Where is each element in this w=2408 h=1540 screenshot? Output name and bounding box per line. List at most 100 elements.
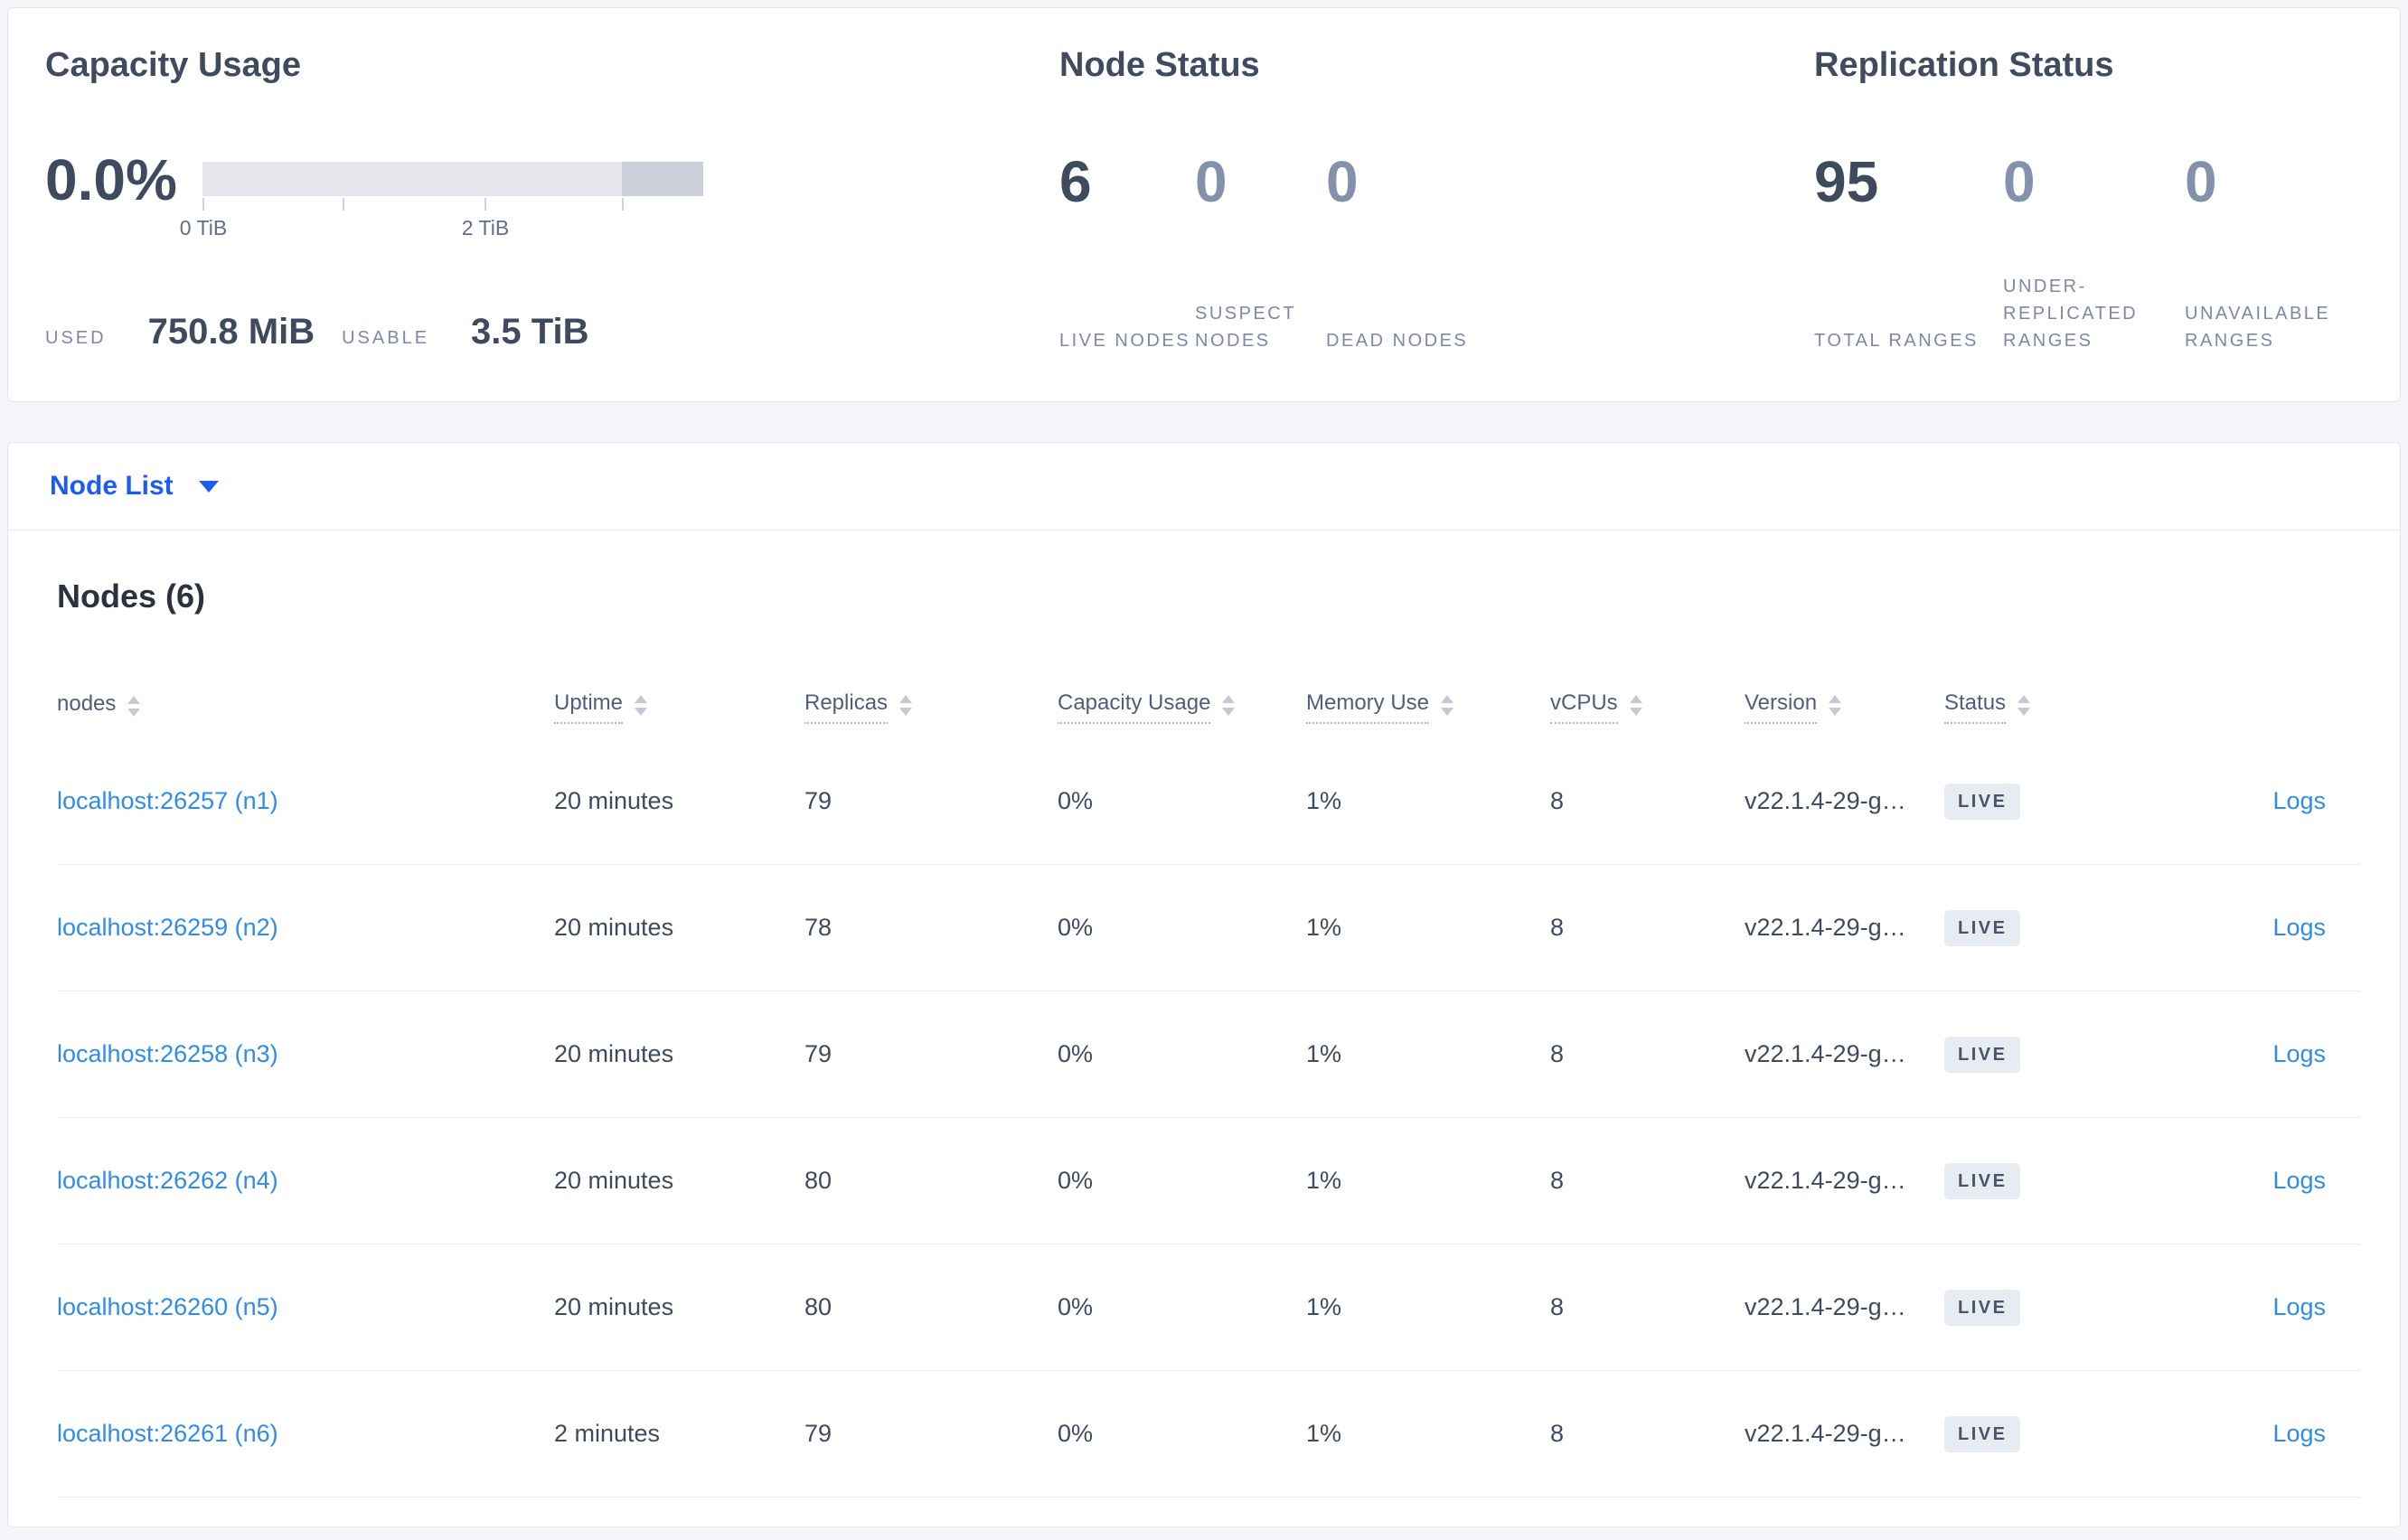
memory-use-cell: 1% [1306, 1420, 1342, 1447]
sort-icon[interactable] [127, 695, 141, 717]
vcpus-cell: 8 [1550, 1040, 1565, 1067]
column-header-memory-use[interactable]: Memory Use [1306, 690, 1550, 724]
column-header-replicas[interactable]: Replicas [804, 690, 1058, 724]
column-header-nodes[interactable]: nodes [57, 691, 554, 723]
column-header-uptime[interactable]: Uptime [554, 690, 804, 724]
sort-icon[interactable] [1441, 694, 1454, 716]
uptime-cell: 20 minutes [554, 787, 674, 814]
memory-use-cell: 1% [1306, 914, 1342, 941]
axis-tick [202, 198, 204, 211]
node-list-panel: Node List Nodes (6) nodes Uptime Replica… [7, 442, 2401, 1527]
node-list-dropdown[interactable]: Node List [50, 471, 219, 502]
logs-link[interactable]: Logs [2272, 787, 2326, 814]
column-header-vcpus[interactable]: vCPUs [1550, 690, 1745, 724]
under-replicated-ranges-count: 0 [2003, 149, 2036, 214]
status-badge: LIVE [1944, 909, 2021, 946]
node-list-dropdown-label: Node List [50, 471, 174, 501]
total-ranges-label: TOTAL RANGES [1814, 331, 1979, 351]
under-replicated-ranges-stat: 0 UNDER-REPLICATED RANGES [2003, 153, 2185, 354]
status-badge: LIVE [1944, 1036, 2021, 1073]
table-row: localhost:26259 (n2) 20 minutes 78 0% 1%… [57, 865, 2360, 991]
suspect-nodes-label: SUSPECT NODES [1195, 304, 1296, 351]
node-status-title: Node Status [1059, 46, 1260, 84]
live-nodes-label: LIVE NODES [1059, 331, 1191, 351]
vcpus-cell: 8 [1550, 914, 1565, 941]
table-row: localhost:26257 (n1) 20 minutes 79 0% 1%… [57, 738, 2360, 865]
column-header-capacity-usage[interactable]: Capacity Usage [1058, 690, 1306, 724]
dead-nodes-stat: 0 DEAD NODES [1326, 153, 1468, 354]
sort-icon[interactable] [1829, 694, 1842, 716]
axis-tick [343, 198, 344, 211]
table-row: localhost:26261 (n6) 2 minutes 79 0% 1% … [57, 1371, 2360, 1498]
replicas-cell: 80 [804, 1293, 832, 1320]
total-ranges-stat: 95 TOTAL RANGES [1814, 153, 2003, 354]
uptime-cell: 20 minutes [554, 1040, 674, 1067]
chevron-down-icon [198, 480, 219, 493]
dead-nodes-count: 0 [1326, 149, 1359, 214]
used-label: USED [45, 328, 107, 348]
usable-label: USABLE [342, 328, 430, 348]
sort-icon[interactable] [899, 694, 913, 716]
axis-tick-label: 2 TiB [461, 216, 510, 239]
table-row: localhost:26260 (n5) 20 minutes 80 0% 1%… [57, 1244, 2360, 1371]
status-badge: LIVE [1944, 1289, 2021, 1326]
dead-nodes-label: DEAD NODES [1326, 331, 1469, 351]
memory-use-cell: 1% [1306, 787, 1342, 814]
logs-link[interactable]: Logs [2272, 1420, 2326, 1447]
view-selector-bar: Node List [8, 443, 2400, 531]
version-cell: v22.1.4-29-g… [1745, 1293, 1906, 1320]
total-ranges-count: 95 [1814, 149, 1879, 214]
usable-value: 3.5 TiB [471, 312, 589, 352]
vcpus-cell: 8 [1550, 1167, 1565, 1194]
column-header-status[interactable]: Status [1944, 690, 2170, 724]
memory-use-cell: 1% [1306, 1040, 1342, 1067]
capacity-usage-cell: 0% [1058, 787, 1094, 814]
node-link[interactable]: localhost:26257 (n1) [57, 787, 278, 814]
uptime-cell: 20 minutes [554, 1167, 674, 1194]
replicas-cell: 78 [804, 914, 832, 941]
axis-tick-label: 0 TiB [179, 216, 228, 239]
unavailable-ranges-stat: 0 UNAVAILABLE RANGES [2185, 153, 2352, 354]
axis-tick [484, 198, 486, 211]
capacity-bar-usable-segment [202, 162, 622, 196]
capacity-usage-cell: 0% [1058, 1293, 1094, 1320]
replication-status-section: Replication Status 95 TOTAL RANGES 0 UND… [1814, 8, 2375, 401]
replicas-cell: 79 [804, 1040, 832, 1067]
status-badge: LIVE [1944, 783, 2021, 820]
node-link[interactable]: localhost:26260 (n5) [57, 1293, 278, 1320]
node-link[interactable]: localhost:26261 (n6) [57, 1420, 278, 1447]
logs-link[interactable]: Logs [2272, 914, 2326, 941]
capacity-usage-cell: 0% [1058, 1167, 1094, 1194]
vcpus-cell: 8 [1550, 787, 1565, 814]
capacity-usage-cell: 0% [1058, 1420, 1094, 1447]
cluster-overview-panel: Capacity Usage 0.0% 0 TiB 2 TiB USED 750… [7, 7, 2401, 402]
node-link[interactable]: localhost:26262 (n4) [57, 1167, 278, 1194]
suspect-nodes-stat: 0 SUSPECT NODES [1195, 153, 1326, 354]
sort-icon[interactable] [635, 694, 648, 716]
sort-icon[interactable] [1222, 694, 1236, 716]
column-header-version[interactable]: Version [1745, 690, 1944, 724]
capacity-bar-chart: 0 TiB 2 TiB [180, 162, 703, 243]
live-nodes-stat: 6 LIVE NODES [1059, 153, 1195, 354]
logs-link[interactable]: Logs [2272, 1167, 2326, 1194]
capacity-usage-cell: 0% [1058, 1040, 1094, 1067]
version-cell: v22.1.4-29-g… [1745, 787, 1906, 814]
used-value: 750.8 MiB [147, 312, 315, 352]
memory-use-cell: 1% [1306, 1293, 1342, 1320]
table-row: localhost:26258 (n3) 20 minutes 79 0% 1%… [57, 991, 2360, 1118]
logs-link[interactable]: Logs [2272, 1293, 2326, 1320]
logs-link[interactable]: Logs [2272, 1040, 2326, 1067]
under-replicated-ranges-label: UNDER-REPLICATED RANGES [2003, 277, 2139, 351]
version-cell: v22.1.4-29-g… [1745, 1040, 1906, 1067]
unavailable-ranges-label: UNAVAILABLE RANGES [2185, 304, 2331, 351]
live-nodes-count: 6 [1059, 149, 1092, 214]
sort-icon[interactable] [1629, 694, 1642, 716]
memory-use-cell: 1% [1306, 1167, 1342, 1194]
suspect-nodes-count: 0 [1195, 149, 1228, 214]
node-status-section: Node Status 6 LIVE NODES 0 SUSPECT NODES… [1059, 8, 1746, 401]
sort-icon[interactable] [2018, 694, 2031, 716]
nodes-table-title: Nodes (6) [57, 578, 206, 615]
node-link[interactable]: localhost:26259 (n2) [57, 914, 278, 941]
node-link[interactable]: localhost:26258 (n3) [57, 1040, 278, 1067]
capacity-usage-title: Capacity Usage [45, 46, 302, 84]
